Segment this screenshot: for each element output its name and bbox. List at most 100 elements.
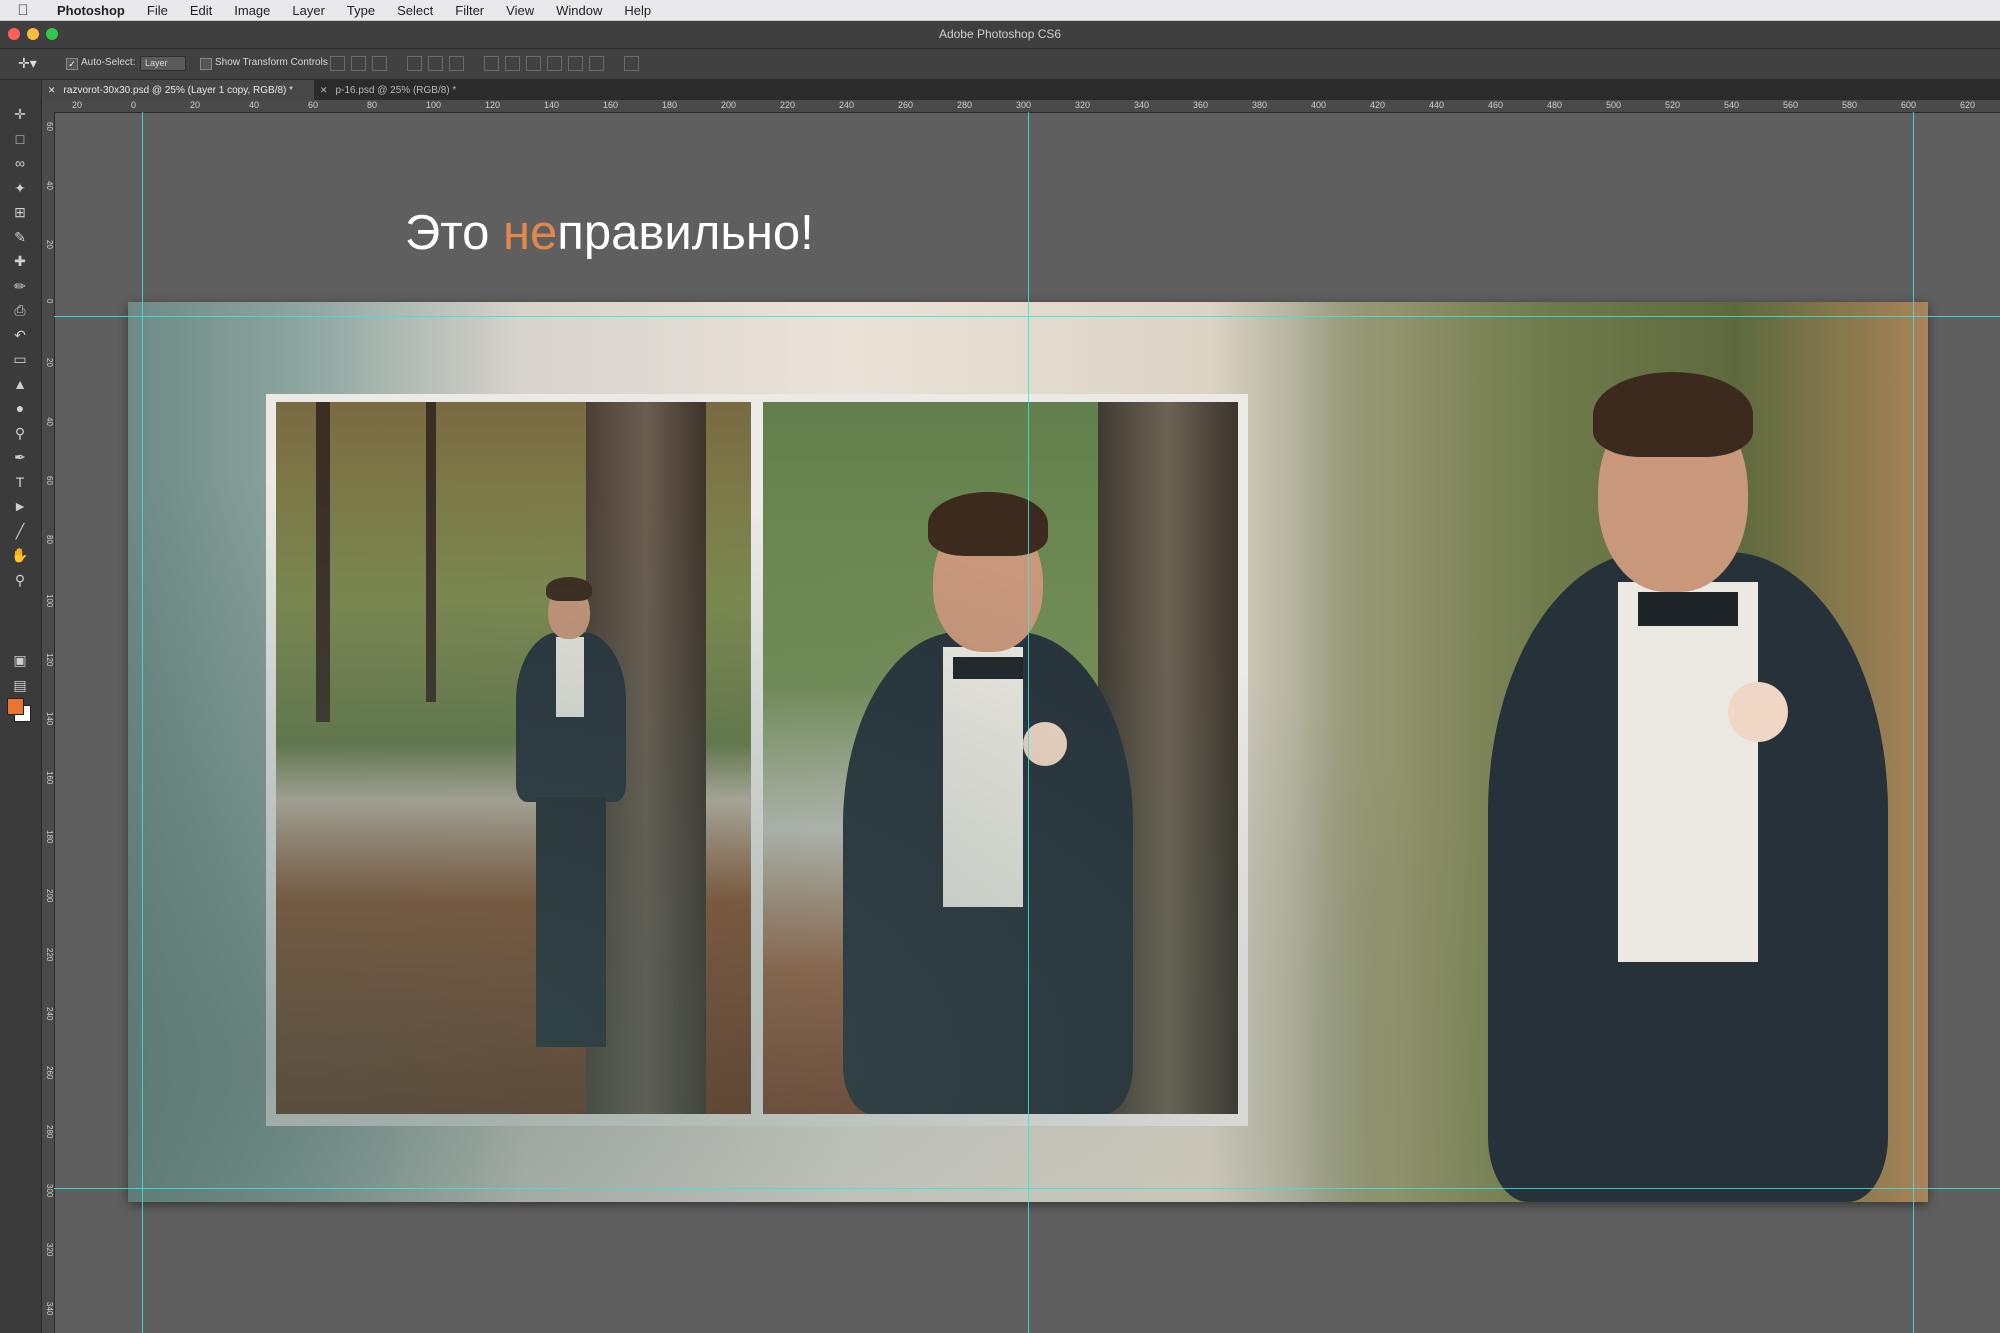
quick-mask-icon[interactable]: ▣	[5, 650, 35, 670]
document-tabs: ✕ razvorot-30x30.psd @ 25% (Layer 1 copy,…	[42, 80, 2000, 100]
align-bottom-icon[interactable]	[372, 56, 387, 71]
brush-tool-icon[interactable]: ✏	[5, 276, 35, 296]
photo-left[interactable]	[276, 402, 751, 1114]
align-top-icon[interactable]	[330, 56, 345, 71]
dodge-tool-icon[interactable]: ⚲	[5, 423, 35, 443]
distribute-left-icon[interactable]	[547, 56, 562, 71]
canvas-heading: Это неправильно!	[405, 205, 814, 261]
menu-layer[interactable]: Layer	[281, 3, 336, 18]
auto-align-icon[interactable]	[624, 56, 639, 71]
ruler-tick-label: 0	[45, 299, 54, 304]
crop-tool-icon[interactable]: ⊞	[5, 202, 35, 222]
guide-vertical-left[interactable]	[142, 112, 143, 1333]
ruler-tick-label: 180	[45, 830, 54, 844]
align-buttons	[330, 56, 639, 71]
marquee-tool-icon[interactable]: □	[5, 129, 35, 149]
distribute-vcenter-icon[interactable]	[505, 56, 520, 71]
ruler-tick-label: 100	[426, 100, 442, 110]
vertical-ruler[interactable]: 60 40 20 0 20 40 60 80 100 120 140 160 180 200 220 240 2…	[42, 112, 55, 1333]
background-portrait-photo	[1298, 302, 1928, 1202]
ruler-tick-label: 380	[1252, 100, 1268, 110]
window-title: Adobe Photoshop CS6	[938, 27, 1062, 41]
menu-help[interactable]: Help	[613, 3, 662, 18]
horizontal-ruler[interactable]: 20 0 20 40 60 80 100 120 140 160 180 200 220 240 260 28…	[42, 100, 2000, 113]
align-vcenter-icon[interactable]	[351, 56, 366, 71]
pen-tool-icon[interactable]: ✒	[5, 447, 35, 467]
clone-stamp-icon[interactable]: ⎙	[5, 300, 35, 320]
ruler-tick-label: 140	[544, 100, 560, 110]
ruler-tick-label: 160	[603, 100, 619, 110]
menu-type[interactable]: Type	[336, 3, 386, 18]
ruler-tick-label: 300	[1016, 100, 1032, 110]
photo-middle[interactable]	[763, 402, 1238, 1114]
eyedropper-icon[interactable]: ✎	[5, 227, 35, 247]
align-left-icon[interactable]	[407, 56, 422, 71]
eraser-icon[interactable]: ▭	[5, 349, 35, 369]
heading-text-start: Это	[405, 206, 503, 260]
type-tool-icon[interactable]: T	[5, 472, 35, 492]
distribute-hcenter-icon[interactable]	[568, 56, 583, 71]
ruler-tick-label: 60	[45, 122, 54, 131]
ruler-tick-label: 40	[45, 417, 54, 426]
ruler-tick-label: 20	[190, 100, 201, 110]
ruler-tick-label: 600	[1901, 100, 1917, 110]
groom-figure-medium	[843, 482, 1143, 1114]
menu-window[interactable]: Window	[545, 3, 613, 18]
align-right-icon[interactable]	[449, 56, 464, 71]
guide-vertical-center[interactable]	[1028, 112, 1029, 1333]
apple-icon[interactable]: 	[0, 2, 46, 19]
ruler-tick-label: 40	[45, 181, 54, 190]
auto-select-label: Auto-Select:	[81, 57, 136, 68]
tab-razvorot[interactable]: ✕ razvorot-30x30.psd @ 25% (Layer 1 copy,…	[42, 80, 314, 100]
guide-horizontal-bottom[interactable]	[54, 1188, 2000, 1189]
move-tool-preset-icon[interactable]: ✛▾	[18, 55, 54, 73]
distribute-right-icon[interactable]	[589, 56, 604, 71]
history-brush-icon[interactable]: ↶	[5, 325, 35, 345]
ruler-tick-label: 300	[45, 1184, 54, 1198]
zoom-tool-icon[interactable]: ⚲	[5, 570, 35, 590]
show-transform-checkbox[interactable]	[200, 58, 212, 70]
guide-horizontal-top[interactable]	[54, 316, 2000, 317]
ruler-tick-label: 480	[1547, 100, 1563, 110]
menu-view[interactable]: View	[495, 3, 545, 18]
tab-label: razvorot-30x30.psd @ 25% (Layer 1 copy, …	[63, 85, 294, 96]
path-selection-icon[interactable]: ►	[5, 496, 35, 516]
hand-tool-icon[interactable]: ✋	[5, 545, 35, 565]
distribute-bottom-icon[interactable]	[526, 56, 541, 71]
blur-tool-icon[interactable]: ●	[5, 398, 35, 418]
ruler-tick-label: 0	[131, 100, 137, 110]
ruler-tick-label: 40	[249, 100, 260, 110]
menu-filter[interactable]: Filter	[444, 3, 495, 18]
menu-image[interactable]: Image	[223, 3, 281, 18]
lasso-tool-icon[interactable]: ∞	[5, 153, 35, 173]
auto-select-checkbox[interactable]: ✓	[66, 58, 78, 70]
ruler-tick-label: 540	[1724, 100, 1740, 110]
screen-mode-icon[interactable]: ▤	[5, 675, 35, 695]
menu-select[interactable]: Select	[386, 3, 444, 18]
auto-select-dropdown[interactable]: Layer	[140, 56, 186, 71]
menu-edit[interactable]: Edit	[179, 3, 223, 18]
ruler-tick-label: 120	[45, 653, 54, 667]
ruler-tick-label: 420	[1370, 100, 1386, 110]
align-hcenter-icon[interactable]	[428, 56, 443, 71]
foreground-color-swatch[interactable]	[7, 698, 24, 715]
ruler-tick-label: 140	[45, 712, 54, 726]
menu-file[interactable]: File	[136, 3, 179, 18]
distribute-top-icon[interactable]	[484, 56, 499, 71]
photo-frame	[266, 394, 1248, 1126]
paint-bucket-icon[interactable]: ▲	[5, 374, 35, 394]
ruler-tick-label: 80	[45, 535, 54, 544]
magic-wand-icon[interactable]: ✦	[5, 178, 35, 198]
heading-text-highlight: не	[502, 206, 558, 260]
move-tool-icon[interactable]: ✛	[5, 104, 35, 124]
line-tool-icon[interactable]: ╱	[5, 521, 35, 541]
close-tab-icon[interactable]: ✕	[48, 85, 56, 95]
tab-p16[interactable]: ✕ p-16.psd @ 25% (RGB/8) *	[314, 80, 514, 100]
close-tab-icon[interactable]: ✕	[320, 85, 328, 95]
ruler-tick-label: 500	[1606, 100, 1622, 110]
menu-app[interactable]: Photoshop	[46, 3, 136, 18]
ruler-tick-label: 220	[45, 948, 54, 962]
ruler-tick-label: 560	[1783, 100, 1799, 110]
guide-vertical-right[interactable]	[1913, 112, 1914, 1333]
healing-brush-icon[interactable]: ✚	[5, 251, 35, 271]
